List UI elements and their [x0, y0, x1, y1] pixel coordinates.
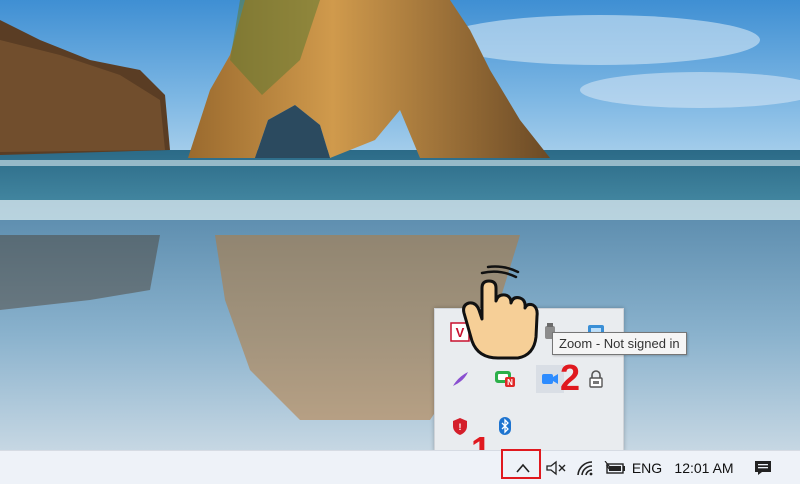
- battery-charging-icon: [604, 460, 625, 474]
- clock[interactable]: 12:01 AM: [668, 451, 740, 484]
- feather-pen-icon[interactable]: [446, 365, 474, 393]
- desktop-wallpaper: [0, 0, 800, 450]
- highlight-box: [501, 449, 541, 479]
- bluetooth-icon[interactable]: [491, 412, 519, 440]
- lock-device-icon[interactable]: [582, 365, 610, 393]
- language-indicator[interactable]: ENG: [630, 451, 664, 484]
- volume-muted-button[interactable]: [542, 451, 570, 484]
- shield-security-icon[interactable]: !: [446, 412, 474, 440]
- taskbar: ENG 12:01 AM: [0, 450, 800, 484]
- speaker-muted-icon: [546, 460, 566, 475]
- wifi-icon: [577, 460, 593, 475]
- svg-text:N: N: [507, 378, 513, 387]
- chat-app-icon[interactable]: N: [491, 365, 519, 393]
- pointing-hand-icon: [458, 263, 558, 367]
- notification-icon: [755, 460, 771, 475]
- wifi-button[interactable]: [572, 451, 600, 484]
- svg-text:!: !: [459, 422, 462, 432]
- zoom-tooltip: Zoom - Not signed in: [552, 332, 687, 355]
- action-center-button[interactable]: [748, 451, 778, 484]
- step-2-label: 2: [560, 357, 581, 398]
- battery-button[interactable]: [602, 451, 628, 484]
